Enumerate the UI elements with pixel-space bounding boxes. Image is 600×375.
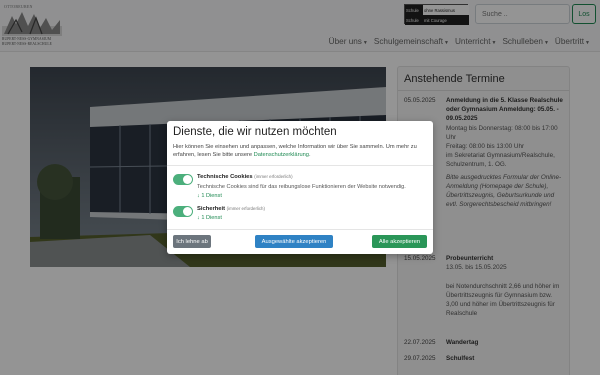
service-title: Sicherheit (197, 206, 226, 212)
accept-selected-button[interactable]: Ausgewählte akzeptieren (255, 235, 333, 248)
security-toggle[interactable] (173, 206, 193, 217)
service-required-note: (immer erforderlich) (254, 174, 293, 179)
technical-cookies-toggle[interactable] (173, 174, 193, 185)
service-required-note: (immer erforderlich) (226, 206, 265, 211)
accept-all-button[interactable]: Alle akzeptieren (372, 235, 427, 248)
service-count-toggle[interactable]: ↓ 1 Dienst (197, 215, 222, 221)
service-title: Technische Cookies (197, 174, 253, 180)
consent-intro: Hier können Sie einsehen und anpassen, w… (173, 144, 417, 159)
service-name: Technische Cookies (immer erforderlich) (197, 174, 293, 180)
divider (167, 165, 433, 166)
service-name: Sicherheit (immer erforderlich) (197, 206, 265, 212)
decline-button[interactable]: Ich lehne ab (173, 235, 211, 248)
divider (167, 229, 433, 230)
service-count-toggle[interactable]: ↓ 1 Dienst (197, 193, 222, 199)
privacy-policy-link[interactable]: Datenschutzerklärung (254, 152, 309, 158)
service-description: Technische Cookies sind für das reibungs… (197, 184, 406, 190)
cookie-consent-dialog: Dienste, die wir nutzen möchten Hier kön… (167, 121, 433, 254)
consent-title: Dienste, die wir nutzen möchten (173, 126, 337, 138)
